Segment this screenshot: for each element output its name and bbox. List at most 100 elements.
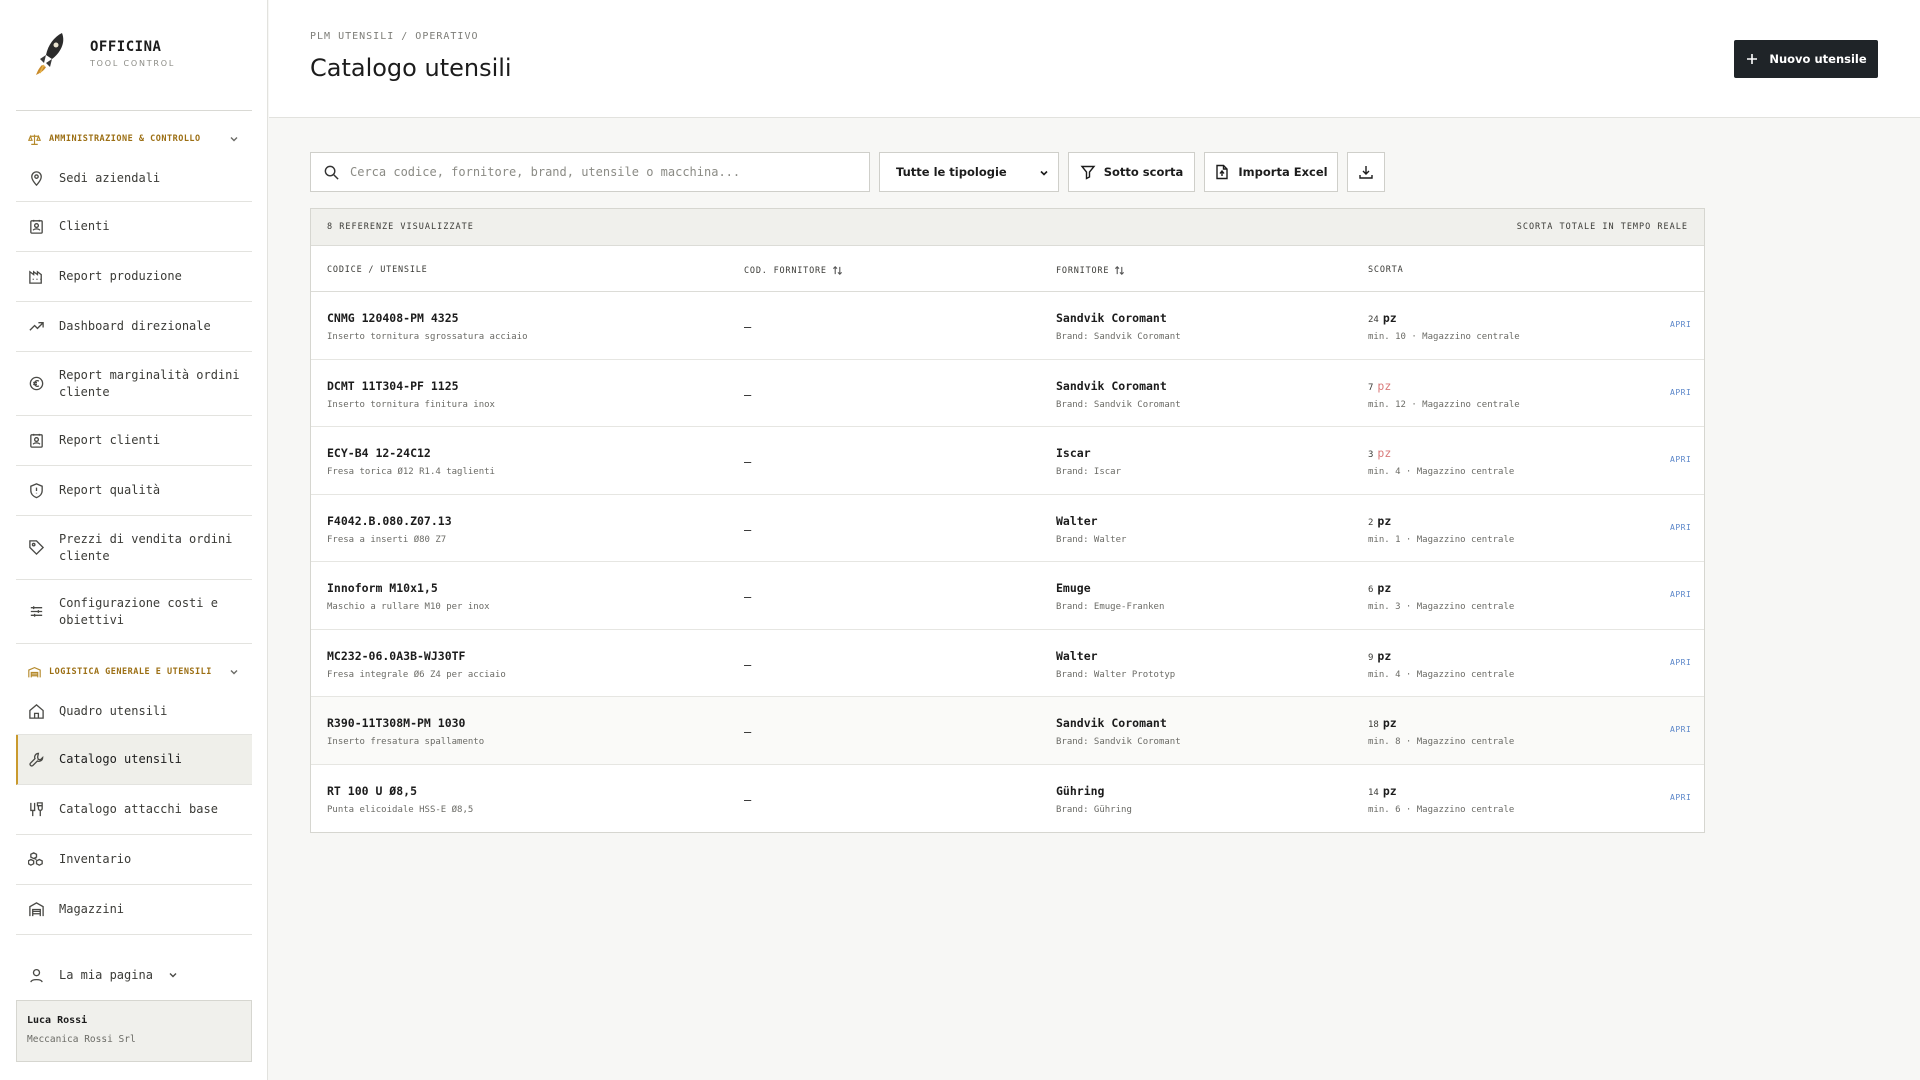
sidebar-item-dashboard[interactable]: Dashboard direzionale [16,302,252,352]
import-excel-button[interactable]: Importa Excel [1204,152,1338,192]
supplier-brand: Brand: Sandvik Coromant [1056,399,1181,410]
column-header-stock[interactable]: SCORTA [1368,265,1404,275]
new-tool-button[interactable]: Nuovo utensile [1734,40,1878,78]
stock-number: 7 [1368,382,1374,393]
table-row[interactable]: CNMG 120408-PM 4325 Inserto tornitura sg… [311,292,1704,360]
sidebar-item-prezzi[interactable]: Prezzi di vendita ordini cliente [16,516,252,580]
stock-quantity-low: 7 pz [1368,379,1391,393]
sidebar-item-label: Prezzi di vendita ordini cliente [59,531,233,563]
table-row[interactable]: DCMT 11T304-PF 1125 Inserto tornitura fi… [311,360,1704,427]
open-link[interactable]: APRI [1670,388,1691,397]
supplier-code: — [744,522,752,537]
section-admin-label: AMMINISTRAZIONE & CONTROLLO [49,134,201,144]
column-header-supplier-code[interactable]: COD. FORNITORE [744,265,843,276]
stock-unit: pz [1377,648,1392,663]
brand[interactable]: OFFICINA TOOL CONTROL [32,28,175,78]
user-menu-toggle[interactable]: La mia pagina [16,960,252,990]
sidebar-item-quadro-utensili[interactable]: Quadro utensili [16,689,252,735]
supplier-code: — [744,320,752,334]
sidebar-item-configurazione[interactable]: Configurazione costi e obiettivi [16,580,252,644]
supplier-code: — [744,387,752,402]
supplier-name: Gühring [1056,783,1105,798]
sidebar-item-label: Quadro utensili [59,704,168,718]
table-row[interactable]: MC232-06.0A3B-WJ30TF Fresa integrale Ø6 … [311,630,1704,697]
table-row[interactable]: ECY-B4 12-24C12 Fresa torica Ø12 R1.4 ta… [311,427,1704,495]
sidebar-item-report-qualita[interactable]: Report qualità [16,466,252,516]
map-pin-icon [31,171,42,187]
supplier-name: Sandvik Coromant [1056,311,1167,325]
column-header-supplier[interactable]: FORNITORE [1056,265,1125,276]
stock-quantity: 24 pz [1368,311,1397,325]
download-button[interactable] [1347,152,1385,192]
search-input[interactable] [350,165,850,179]
stock-minimum: min. 12 · Magazzino centrale [1368,399,1520,410]
factory-icon [29,270,42,284]
open-link[interactable]: APRI [1670,523,1691,532]
supplier-code: — [744,455,752,469]
open-link[interactable]: APRI [1670,590,1691,599]
supplier-name: Sandvik Coromant [1056,716,1167,730]
column-header-supplier-label: FORNITORE [1056,265,1110,276]
import-excel-label: Importa Excel [1238,165,1328,179]
stock-quantity: 18 pz [1368,716,1397,730]
sidebar-item-report-produzione[interactable]: Report produzione [16,252,252,302]
tool-code: F4042.B.080.Z07.13 [327,513,452,528]
sidebar-item-magazzini[interactable]: Magazzini [16,885,252,935]
tool-description: Inserto fresatura spallamento [327,737,485,747]
tool-description: Fresa a inserti Ø80 Z7 [327,534,447,545]
sidebar-item-report-marginalita[interactable]: Report marginalità ordini cliente [16,352,252,416]
supplier-name: Walter [1056,648,1098,663]
file-import-icon [1216,164,1229,180]
sidebar-item-inventario[interactable]: Inventario [16,835,252,885]
tag-icon [29,540,45,556]
table-row[interactable]: R390-11T308M-PM 1030 Inserto fresatura s… [311,697,1704,765]
sidebar-item-catalogo-attacchi[interactable]: Catalogo attacchi base [16,785,252,835]
stock-number: 14 [1368,787,1379,798]
sidebar-item-clienti[interactable]: Clienti [16,202,252,252]
chevron-down-icon [1040,170,1048,176]
chevron-down-icon [169,973,177,978]
tool-code: DCMT 11T304-PF 1125 [327,378,459,393]
type-select[interactable]: Tutte le tipologie [879,152,1059,192]
scale-icon [28,134,41,145]
column-header-code-label: CODICE / UTENSILE [327,265,428,275]
open-link[interactable]: APRI [1670,793,1691,802]
table-row[interactable]: Innoform M10x1,5 Maschio a rullare M10 p… [311,562,1704,630]
tool-description: Fresa integrale Ø6 Z4 per acciaio [327,669,506,680]
stock-minimum: min. 1 · Magazzino centrale [1368,534,1515,545]
column-header-code[interactable]: CODICE / UTENSILE [327,265,428,275]
stock-minimum: min. 8 · Magazzino centrale [1368,737,1515,747]
sidebar-item-label: Catalogo utensili [59,752,182,766]
sidebar-item-sedi[interactable]: Sedi aziendali [16,156,252,202]
stock-number: 2 [1368,517,1374,528]
section-admin-toggle[interactable]: AMMINISTRAZIONE & CONTROLLO [16,124,252,154]
search-icon [324,165,339,180]
open-link[interactable]: APRI [1670,725,1691,734]
supplier-name: Iscar [1056,446,1091,460]
filter-icon [1080,165,1096,180]
supplier-brand: Brand: Sandvik Coromant [1056,737,1181,747]
stock-number: 18 [1368,720,1379,730]
column-header-supplier-code-label: COD. FORNITORE [744,265,827,276]
table-row[interactable]: F4042.B.080.Z07.13 Fresa a inserti Ø80 Z… [311,495,1704,562]
open-link[interactable]: APRI [1670,320,1691,329]
warehouse-icon [28,666,41,677]
sidebar-item-report-clienti[interactable]: Report clienti [16,416,252,466]
stock-minimum: min. 6 · Magazzino centrale [1368,804,1515,815]
supplier-brand: Brand: Iscar [1056,467,1122,477]
section-logistics-toggle[interactable]: LOGISTICA GENERALE E UTENSILI [16,657,252,687]
table-summary-bar: 8 REFERENZE VISUALIZZATE SCORTA TOTALE I… [311,209,1704,246]
chevron-down-icon [230,670,238,675]
open-link[interactable]: APRI [1670,658,1691,667]
open-link[interactable]: APRI [1670,455,1691,464]
understock-filter-button[interactable]: Sotto scorta [1068,152,1195,192]
table-row[interactable]: RT 100 U Ø8,5 Punta elicoidale HSS-E Ø8,… [311,765,1704,833]
stock-unit: pz [1382,783,1397,798]
user-card: Luca Rossi Meccanica Rossi Srl [16,1000,252,1062]
stock-unit: pz [1377,378,1392,393]
understock-filter-label: Sotto scorta [1103,165,1184,179]
stock-quantity-low: 3 pz [1368,446,1391,460]
sidebar-item-catalogo-utensili[interactable]: Catalogo utensili [16,735,252,785]
stock-quantity: 14 pz [1368,784,1397,798]
supplier-code: — [744,725,752,739]
